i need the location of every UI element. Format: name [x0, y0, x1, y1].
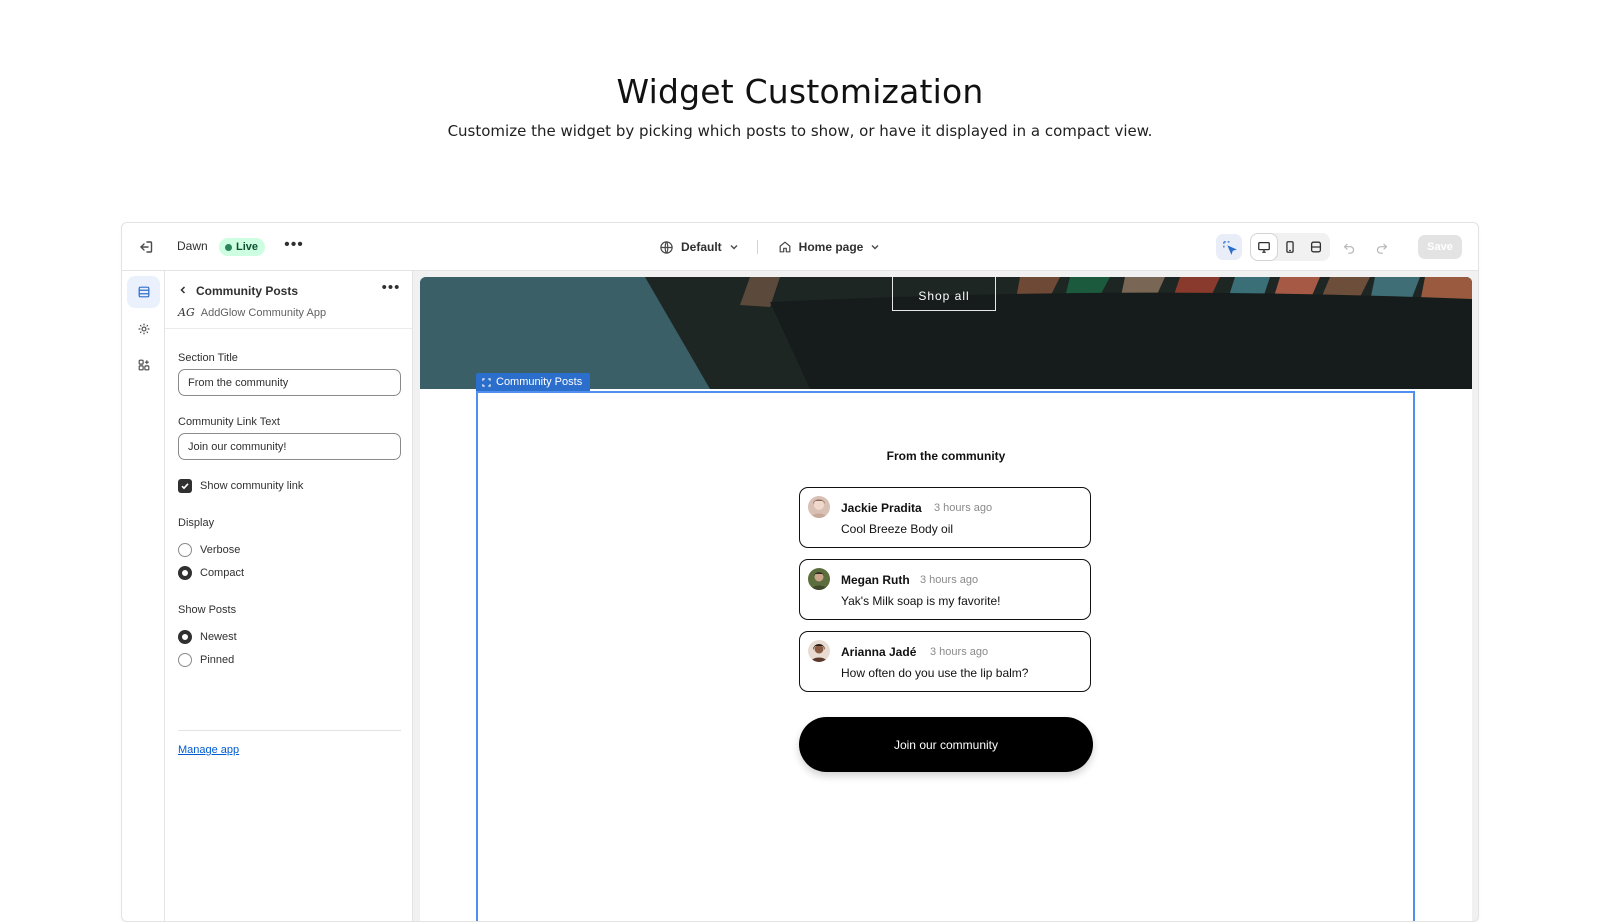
editor-sidebar-rail — [122, 271, 165, 921]
show-posts-option-label: Pinned — [200, 654, 235, 666]
post-author: Megan Ruth — [841, 573, 910, 587]
show-community-link-checkbox[interactable]: Show community link — [178, 479, 303, 493]
editor-context-controls: Default Home page — [655, 236, 884, 258]
addglow-logo-icon: AG — [178, 306, 195, 319]
chevron-down-icon — [871, 245, 879, 250]
gear-icon — [138, 323, 149, 335]
page-dropdown-label: Home page — [798, 240, 864, 254]
post-card[interactable]: Jackie Pradita 3 hours ago Cool Breeze B… — [799, 487, 1091, 548]
topbar-actions: Save — [1216, 233, 1462, 261]
fullscreen-icon — [1310, 241, 1322, 253]
exit-icon — [140, 241, 153, 253]
page-dropdown[interactable]: Home page — [774, 240, 885, 254]
section-select-icon — [482, 377, 491, 387]
section-title-label: Section Title — [178, 352, 238, 364]
post-timestamp: 3 hours ago — [920, 574, 979, 586]
preset-dropdown-label: Default — [681, 240, 722, 254]
show-posts-option-label: Newest — [200, 631, 237, 643]
chevron-left-icon — [180, 286, 186, 294]
display-option-verbose[interactable]: Verbose — [178, 543, 240, 557]
topbar-divider — [756, 240, 758, 254]
post-author: Arianna Jadé — [841, 645, 917, 659]
show-community-link-label: Show community link — [200, 480, 304, 492]
live-badge: Live — [219, 238, 266, 256]
post-author: Jackie Pradita — [841, 501, 922, 515]
post-text: How often do you use the lip balm? — [841, 666, 1029, 680]
chevron-down-icon — [730, 245, 738, 250]
mobile-icon — [1286, 241, 1294, 253]
home-icon — [779, 241, 791, 253]
section-tag-label: Community Posts — [496, 376, 583, 388]
radio-selected-icon — [178, 566, 192, 580]
panel-header: Community Posts ••• AG AddGlow Community… — [165, 271, 412, 329]
redo-button[interactable] — [1368, 234, 1394, 260]
desktop-view-button[interactable] — [1251, 234, 1277, 260]
show-posts-option-pinned[interactable]: Pinned — [178, 653, 234, 667]
mobile-view-button[interactable] — [1277, 234, 1303, 260]
apps-nav-button[interactable] — [127, 349, 160, 381]
page-subtitle: Customize the widget by picking which po… — [447, 122, 1153, 140]
sections-icon — [138, 286, 149, 298]
display-option-compact[interactable]: Compact — [178, 566, 244, 580]
section-title-input[interactable] — [178, 369, 401, 396]
panel-title: Community Posts — [196, 284, 299, 298]
join-community-button[interactable]: Join our community — [799, 717, 1093, 772]
radio-unselected-icon — [178, 543, 192, 557]
post-timestamp: 3 hours ago — [934, 502, 993, 514]
radio-selected-icon — [178, 630, 192, 644]
community-posts-section: From the community Jackie Pradita 3 hour… — [420, 389, 1472, 921]
inspector-toggle-button[interactable] — [1216, 234, 1242, 260]
post-card[interactable]: Megan Ruth 3 hours ago Yak's Milk soap i… — [799, 559, 1091, 620]
save-button[interactable]: Save — [1418, 235, 1462, 259]
show-posts-option-newest[interactable]: Newest — [178, 630, 237, 644]
post-text: Cool Breeze Body oil — [841, 522, 954, 536]
avatar — [808, 496, 830, 518]
display-option-label: Compact — [200, 567, 245, 579]
theme-more-button[interactable]: ••• — [283, 236, 305, 258]
app-source: AG AddGlow Community App — [178, 306, 326, 319]
page-title: Widget Customization — [616, 72, 984, 111]
theme-editor-window: Dawn Live ••• Default Home page Save Com… — [121, 222, 1479, 922]
selected-section-tag[interactable]: Community Posts — [476, 373, 591, 391]
fullscreen-view-button[interactable] — [1303, 234, 1329, 260]
checkbox-checked-icon — [178, 479, 192, 493]
manage-app-link[interactable]: Manage app — [178, 744, 239, 756]
post-card[interactable]: Arianna Jadé 3 hours ago How often do yo… — [799, 631, 1091, 692]
theme-settings-nav-button[interactable] — [127, 313, 160, 345]
link-text-label: Community Link Text — [178, 416, 280, 428]
globe-icon — [660, 240, 673, 254]
undo-icon — [1343, 243, 1354, 254]
panel-more-button[interactable]: ••• — [381, 280, 401, 300]
radio-unselected-icon — [178, 653, 192, 667]
apps-icon — [138, 359, 149, 371]
storefront-preview: Shop all Community Posts From the commun… — [420, 277, 1472, 921]
live-dot-icon — [225, 243, 232, 251]
desktop-icon — [1258, 241, 1270, 253]
avatar — [808, 640, 830, 662]
sections-nav-button[interactable] — [127, 276, 160, 308]
device-switcher — [1250, 233, 1330, 261]
link-text-input[interactable] — [178, 433, 401, 460]
shop-all-button[interactable]: Shop all — [892, 277, 996, 311]
exit-button[interactable] — [136, 237, 156, 257]
post-timestamp: 3 hours ago — [930, 646, 989, 658]
display-label: Display — [178, 517, 215, 529]
avatar — [808, 568, 830, 590]
editor-topbar: Dawn Live ••• Default Home page Save — [122, 223, 1478, 271]
show-posts-label: Show Posts — [178, 604, 237, 616]
theme-name: Dawn — [177, 239, 208, 253]
app-name: AddGlow Community App — [200, 306, 327, 319]
select-cursor-icon — [1222, 240, 1237, 255]
live-badge-label: Live — [236, 241, 259, 253]
undo-button[interactable] — [1336, 234, 1362, 260]
section-settings-panel: Community Posts ••• AG AddGlow Community… — [165, 271, 413, 921]
back-button[interactable] — [175, 282, 191, 298]
preset-dropdown[interactable]: Default — [655, 240, 743, 255]
redo-icon — [1376, 243, 1387, 254]
widget-title: From the community — [886, 449, 1006, 463]
display-option-label: Verbose — [200, 544, 241, 556]
post-text: Yak's Milk soap is my favorite! — [841, 594, 1001, 608]
panel-divider — [178, 730, 401, 731]
